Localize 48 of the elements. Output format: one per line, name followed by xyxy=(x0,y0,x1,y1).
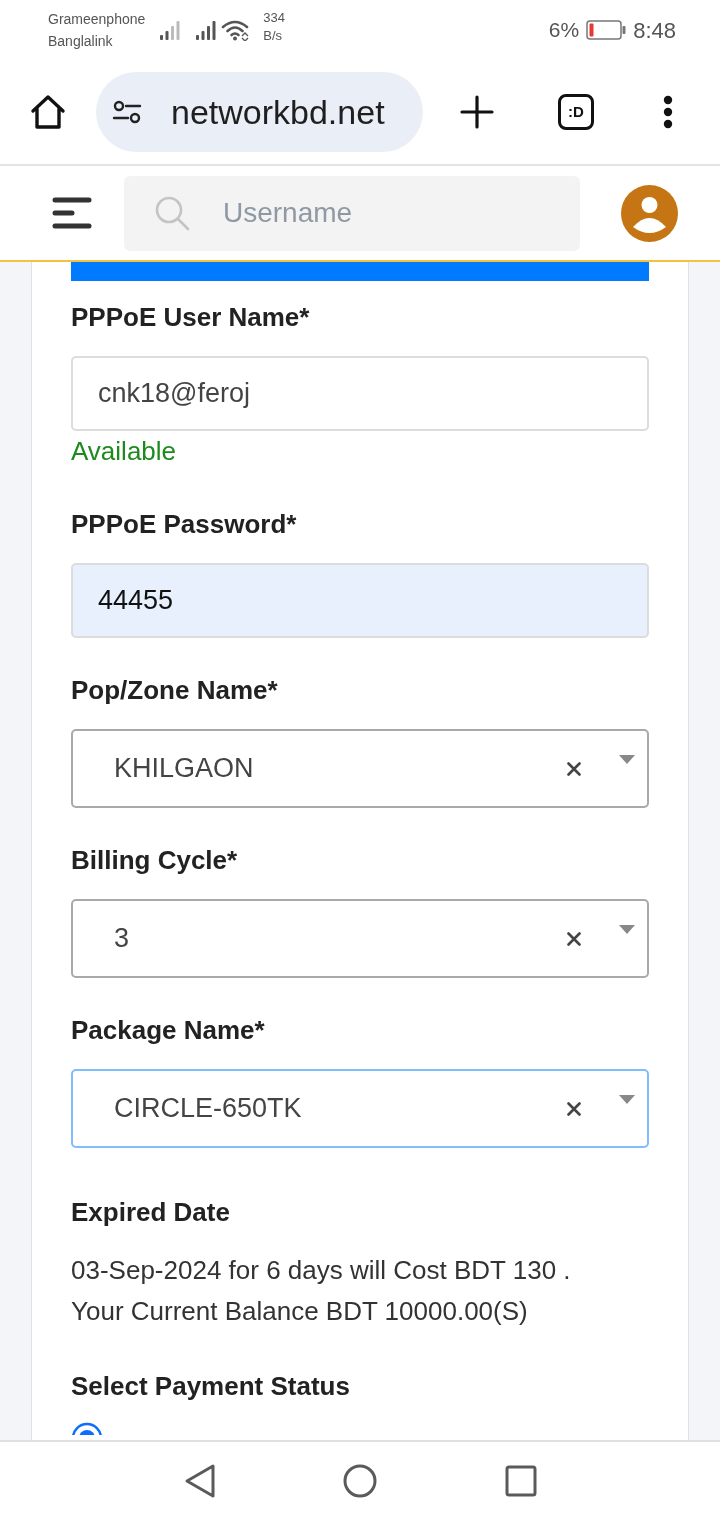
home-button[interactable] xyxy=(342,1463,378,1499)
new-tab-button[interactable] xyxy=(459,94,495,130)
home-icon xyxy=(29,93,67,131)
home-circle-icon xyxy=(343,1464,377,1498)
expiry-cost-text: 03-Sep-2024 for 6 days will Cost BDT 130 . Your Current Balance BDT 10000.00(S) xyxy=(71,1254,571,1328)
clear-icon[interactable] xyxy=(567,1101,581,1116)
field-label: Billing Cycle* xyxy=(71,844,238,876)
field-label: PPPoE Password* xyxy=(71,508,297,540)
home-button[interactable] xyxy=(28,92,68,132)
section-label: Expired Date xyxy=(71,1196,230,1228)
more-options-icon xyxy=(663,95,673,129)
tab-switcher-button[interactable]: :D xyxy=(558,94,594,130)
menu-button[interactable] xyxy=(52,196,92,230)
signal-icon xyxy=(195,19,218,41)
field-label: Pop/Zone Name* xyxy=(71,674,278,706)
more-options-button[interactable] xyxy=(662,94,674,130)
caret-icon[interactable] xyxy=(619,755,635,764)
signal-icon xyxy=(159,19,182,41)
input-field[interactable]: 44455 xyxy=(71,563,649,638)
select-field[interactable]: 3 xyxy=(71,899,649,978)
wifi-icon xyxy=(221,19,250,41)
hamburger-menu-icon xyxy=(52,196,92,230)
back-button[interactable] xyxy=(183,1463,217,1499)
select-field[interactable]: KHILGAON xyxy=(71,729,649,808)
clock-time: 8:48 xyxy=(633,16,676,45)
search-icon xyxy=(154,194,190,231)
caret-icon[interactable] xyxy=(619,925,635,934)
input-field[interactable]: cnk18@feroj xyxy=(71,356,649,431)
clear-icon[interactable] xyxy=(567,931,581,946)
field-label: PPPoE User Name* xyxy=(71,301,310,333)
recents-square-icon xyxy=(505,1465,537,1497)
address-bar[interactable]: networkbd.net xyxy=(96,72,423,152)
field-label: Package Name* xyxy=(71,1014,265,1046)
caret-icon[interactable] xyxy=(619,1095,635,1104)
tune-icon[interactable] xyxy=(112,100,142,124)
clear-icon[interactable] xyxy=(567,761,581,776)
back-icon xyxy=(184,1463,216,1499)
availability-status: Available xyxy=(71,435,177,467)
network-speed: 334 B/s xyxy=(263,9,285,45)
recents-button[interactable] xyxy=(504,1464,538,1498)
plus-icon xyxy=(460,95,494,129)
search-field[interactable]: Username xyxy=(124,175,580,251)
carrier-names: Grameenphone Banglalink xyxy=(48,10,146,51)
section-label: Select Payment Status xyxy=(71,1370,350,1402)
battery-icon xyxy=(586,20,627,40)
battery-percent: 6% xyxy=(548,17,580,44)
user-avatar-icon[interactable] xyxy=(621,184,678,242)
select-field[interactable]: CIRCLE-650TK xyxy=(71,1069,649,1148)
